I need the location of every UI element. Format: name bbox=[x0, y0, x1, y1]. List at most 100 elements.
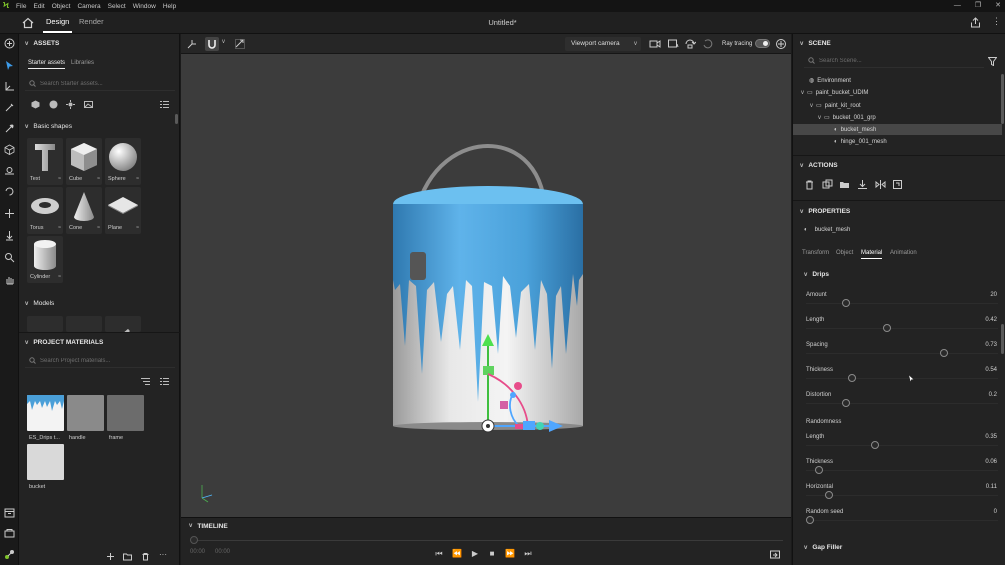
shape-tile-sphere[interactable]: Sphere ≈ bbox=[105, 138, 141, 185]
layers-icon[interactable] bbox=[4, 528, 15, 539]
menu-camera[interactable]: Camera bbox=[77, 3, 100, 10]
property-value[interactable]: 0.42 bbox=[985, 317, 997, 323]
align-icon[interactable] bbox=[892, 179, 903, 190]
property-slider[interactable] bbox=[806, 441, 998, 450]
material-handle[interactable]: handle bbox=[67, 395, 104, 442]
actions-section-header[interactable]: v ACTIONS bbox=[800, 162, 838, 169]
maximize-icon[interactable]: ❐ bbox=[975, 0, 981, 12]
gap-filler-section-header[interactable]: v Gap Filler bbox=[804, 544, 842, 551]
viewport[interactable]: v Viewport camera v Ray tracing bbox=[181, 34, 791, 517]
shape-tile-cube[interactable]: Cube ≈ bbox=[66, 138, 102, 185]
model-tile[interactable] bbox=[105, 316, 141, 332]
light-tool-icon[interactable] bbox=[4, 165, 15, 176]
scene-item-paint-kit-root[interactable]: v ▭ paint_kit_root bbox=[810, 102, 861, 110]
slider-handle[interactable] bbox=[825, 491, 834, 499]
add-material-icon[interactable] bbox=[106, 552, 115, 561]
tab-transform[interactable]: Transform bbox=[802, 250, 829, 256]
skip-to-end-icon[interactable]: ⏭ bbox=[523, 549, 533, 559]
frame-selection-icon[interactable] bbox=[234, 38, 246, 50]
menu-select[interactable]: Select bbox=[108, 3, 126, 10]
project-materials-header[interactable]: v PROJECT MATERIALS bbox=[25, 339, 103, 346]
slider-handle[interactable] bbox=[871, 441, 880, 449]
move-tool-icon[interactable] bbox=[4, 208, 15, 219]
images-filter-icon[interactable] bbox=[84, 100, 93, 109]
nodes-icon[interactable] bbox=[4, 549, 15, 560]
slider-track[interactable] bbox=[806, 520, 998, 521]
tile-options-icon[interactable]: ≈ bbox=[136, 176, 139, 182]
slider-track[interactable] bbox=[806, 403, 998, 404]
slider-handle[interactable] bbox=[815, 466, 824, 474]
property-value[interactable]: 0.06 bbox=[985, 459, 997, 465]
camera-frame-icon[interactable] bbox=[667, 38, 679, 50]
more-options-icon[interactable]: ··· bbox=[159, 550, 167, 559]
assets-search-input[interactable] bbox=[40, 80, 160, 87]
slider-handle[interactable] bbox=[848, 374, 857, 382]
drop-to-ground-icon[interactable] bbox=[857, 179, 868, 190]
property-value[interactable]: 0 bbox=[994, 509, 997, 515]
tab-object[interactable]: Object bbox=[836, 250, 853, 256]
slider-track[interactable] bbox=[806, 378, 998, 379]
scene-scrollbar[interactable] bbox=[1001, 74, 1004, 124]
shape-tile-plane[interactable]: Plane ≈ bbox=[105, 187, 141, 234]
slider-handle[interactable] bbox=[940, 349, 949, 357]
timeline-track[interactable] bbox=[193, 540, 783, 541]
menu-window[interactable]: Window bbox=[133, 3, 156, 10]
slider-track[interactable] bbox=[806, 470, 998, 471]
menu-edit[interactable]: Edit bbox=[33, 3, 44, 10]
lights-filter-icon[interactable] bbox=[66, 100, 75, 109]
properties-section-header[interactable]: v PROPERTIES bbox=[800, 208, 850, 215]
camera-orbit-icon[interactable] bbox=[684, 38, 696, 50]
sort-icon[interactable] bbox=[141, 377, 150, 386]
chevron-down-icon[interactable]: v bbox=[222, 39, 225, 45]
material-bucket[interactable]: bucket bbox=[27, 444, 64, 491]
material-drips[interactable]: ES_Drips t... bbox=[27, 395, 64, 442]
tile-options-icon[interactable]: ≈ bbox=[97, 176, 100, 182]
minimize-icon[interactable]: — bbox=[954, 0, 961, 12]
stop-icon[interactable]: ■ bbox=[487, 549, 497, 559]
timeline-header[interactable]: v TIMELINE bbox=[189, 523, 228, 530]
step-forward-icon[interactable]: ⏩ bbox=[505, 549, 515, 559]
materials-filter-icon[interactable] bbox=[49, 100, 58, 109]
property-slider[interactable] bbox=[806, 399, 998, 408]
property-value[interactable]: 0.2 bbox=[989, 392, 997, 398]
scene-section-header[interactable]: v SCENE bbox=[800, 40, 831, 47]
menu-object[interactable]: Object bbox=[52, 3, 71, 10]
property-slider[interactable] bbox=[806, 491, 998, 500]
folder-icon[interactable] bbox=[123, 552, 132, 561]
slider-track[interactable] bbox=[806, 328, 998, 329]
tab-libraries[interactable]: Libraries bbox=[71, 60, 94, 66]
duplicate-icon[interactable] bbox=[822, 179, 833, 190]
models-header[interactable]: v Models bbox=[25, 300, 54, 307]
tile-options-icon[interactable]: ≈ bbox=[58, 176, 61, 182]
shapes-filter-icon[interactable] bbox=[31, 100, 40, 109]
tile-options-icon[interactable]: ≈ bbox=[58, 225, 61, 231]
scene-item-hinge-001-mesh[interactable]: ◐ hinge_001_mesh bbox=[834, 139, 887, 145]
model-tile[interactable] bbox=[66, 316, 102, 332]
scene-item-paint-bucket-udim[interactable]: v ▭ paint_bucket_UDIM bbox=[801, 89, 868, 97]
ray-tracing-toggle[interactable] bbox=[755, 39, 770, 48]
more-options-icon[interactable]: ⋮ bbox=[992, 17, 1001, 26]
mirror-icon[interactable] bbox=[875, 179, 886, 190]
play-icon[interactable]: ▶ bbox=[470, 549, 480, 559]
slider-handle[interactable] bbox=[805, 516, 814, 524]
paint-tool-icon[interactable] bbox=[4, 102, 15, 113]
property-value[interactable]: 0.54 bbox=[985, 367, 997, 373]
property-value[interactable]: 0.73 bbox=[985, 342, 997, 348]
basic-shapes-header[interactable]: v Basic shapes bbox=[25, 123, 72, 130]
eyedropper-icon[interactable] bbox=[4, 123, 15, 134]
property-slider[interactable] bbox=[806, 374, 998, 383]
paint-bucket-model[interactable] bbox=[181, 54, 791, 517]
material-frame[interactable]: frame bbox=[107, 395, 144, 442]
tile-options-icon[interactable]: ≈ bbox=[136, 225, 139, 231]
camera-select[interactable]: Viewport camera v bbox=[565, 37, 641, 51]
pan-hand-icon[interactable] bbox=[4, 274, 15, 285]
export-video-icon[interactable] bbox=[770, 550, 780, 559]
tab-animation[interactable]: Animation bbox=[890, 250, 917, 256]
zoom-icon[interactable] bbox=[4, 252, 15, 263]
rotate-tool-icon[interactable] bbox=[4, 186, 15, 197]
tab-starter-assets[interactable]: Starter assets bbox=[28, 60, 66, 69]
camera-reset-icon[interactable] bbox=[702, 38, 714, 50]
properties-scrollbar[interactable] bbox=[1001, 324, 1004, 354]
drips-section-header[interactable]: v Drips bbox=[804, 271, 829, 278]
list-view-icon[interactable] bbox=[160, 100, 169, 109]
